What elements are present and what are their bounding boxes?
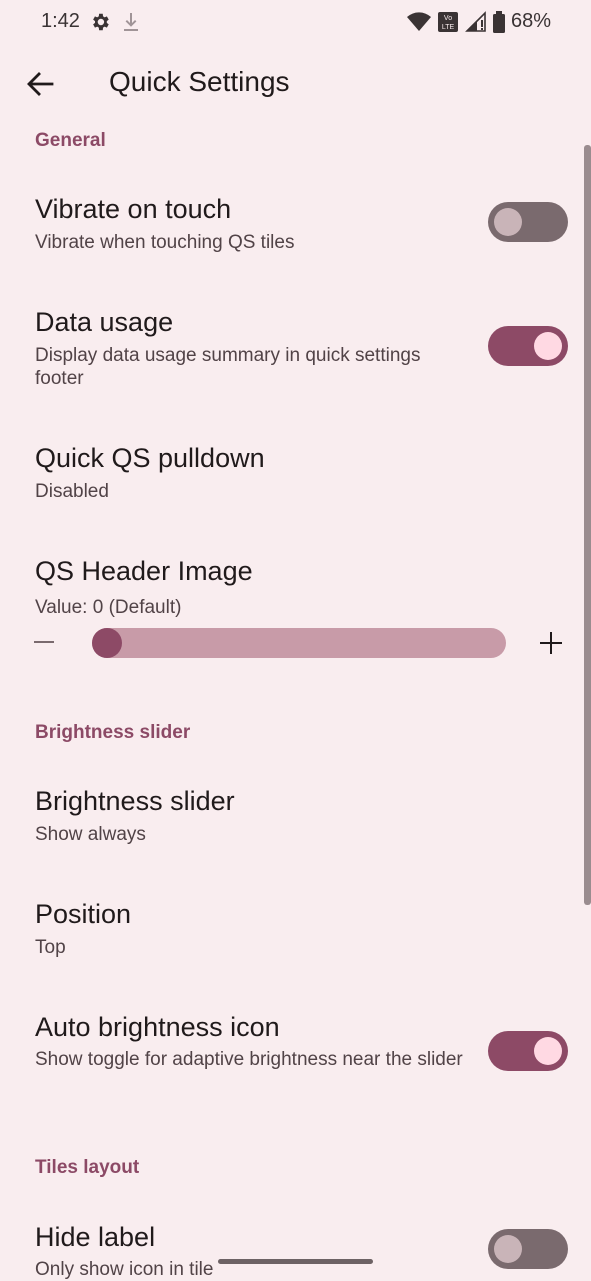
wifi-icon	[406, 11, 431, 31]
pref-summary: Show toggle for adaptive brightness near…	[35, 1049, 463, 1070]
status-time: 1:42	[41, 10, 80, 32]
pref-title: Quick QS pulldown	[35, 443, 265, 473]
gesture-nav-bar[interactable]	[218, 1259, 373, 1264]
auto-brightness-toggle[interactable]	[488, 1031, 568, 1071]
pref-title: Vibrate on touch	[35, 194, 232, 224]
vibrate-toggle[interactable]	[488, 202, 568, 242]
download-icon	[124, 13, 138, 31]
toggle-knob	[534, 1037, 562, 1065]
header-image-slider[interactable]	[92, 628, 506, 658]
scrollbar[interactable]	[584, 145, 591, 905]
section-header-tiles: Tiles layout	[35, 1157, 140, 1178]
app-bar: Quick Settings	[0, 46, 591, 122]
data-usage-toggle[interactable]	[488, 326, 568, 366]
pref-title: Data usage	[35, 307, 174, 337]
hide-label-toggle[interactable]	[488, 1229, 568, 1269]
toggle-knob	[494, 208, 522, 236]
pref-title: Auto brightness icon	[35, 1012, 280, 1042]
section-header-brightness: Brightness slider	[35, 722, 191, 743]
cell-signal-icon	[465, 10, 486, 32]
slider-thumb[interactable]	[92, 628, 122, 658]
settings-gear-icon	[93, 13, 109, 31]
section-header-general: General	[35, 130, 106, 151]
battery-icon	[492, 10, 505, 33]
pref-summary: Top	[35, 937, 66, 958]
minus-icon[interactable]	[34, 628, 56, 656]
back-arrow-icon[interactable]	[22, 66, 58, 102]
svg-text:LTE: LTE	[442, 24, 455, 31]
toggle-knob	[534, 332, 562, 360]
battery-percent: 68%	[510, 10, 551, 32]
toggle-knob	[494, 1235, 522, 1263]
pref-title: Hide label	[35, 1222, 156, 1252]
pref-summary: Display data usage summary in quick sett…	[35, 345, 421, 389]
page-title: Quick Settings	[109, 66, 290, 97]
plus-icon[interactable]	[538, 630, 564, 656]
svg-text:Vo: Vo	[444, 15, 452, 22]
pref-summary: Show always	[35, 824, 146, 845]
pref-title: Position	[35, 899, 132, 929]
volte-icon: Vo LTE	[437, 11, 458, 32]
pref-title: QS Header Image	[35, 556, 253, 586]
pref-summary: Disabled	[35, 481, 109, 502]
pref-summary: Vibrate when touching QS tiles	[35, 232, 295, 253]
pref-title: Brightness slider	[35, 786, 235, 816]
status-bar: 1:42 Vo LTE 68%	[0, 0, 591, 46]
pref-summary: Value: 0 (Default)	[35, 597, 182, 618]
status-icons: Vo LTE 68%	[406, 10, 551, 33]
